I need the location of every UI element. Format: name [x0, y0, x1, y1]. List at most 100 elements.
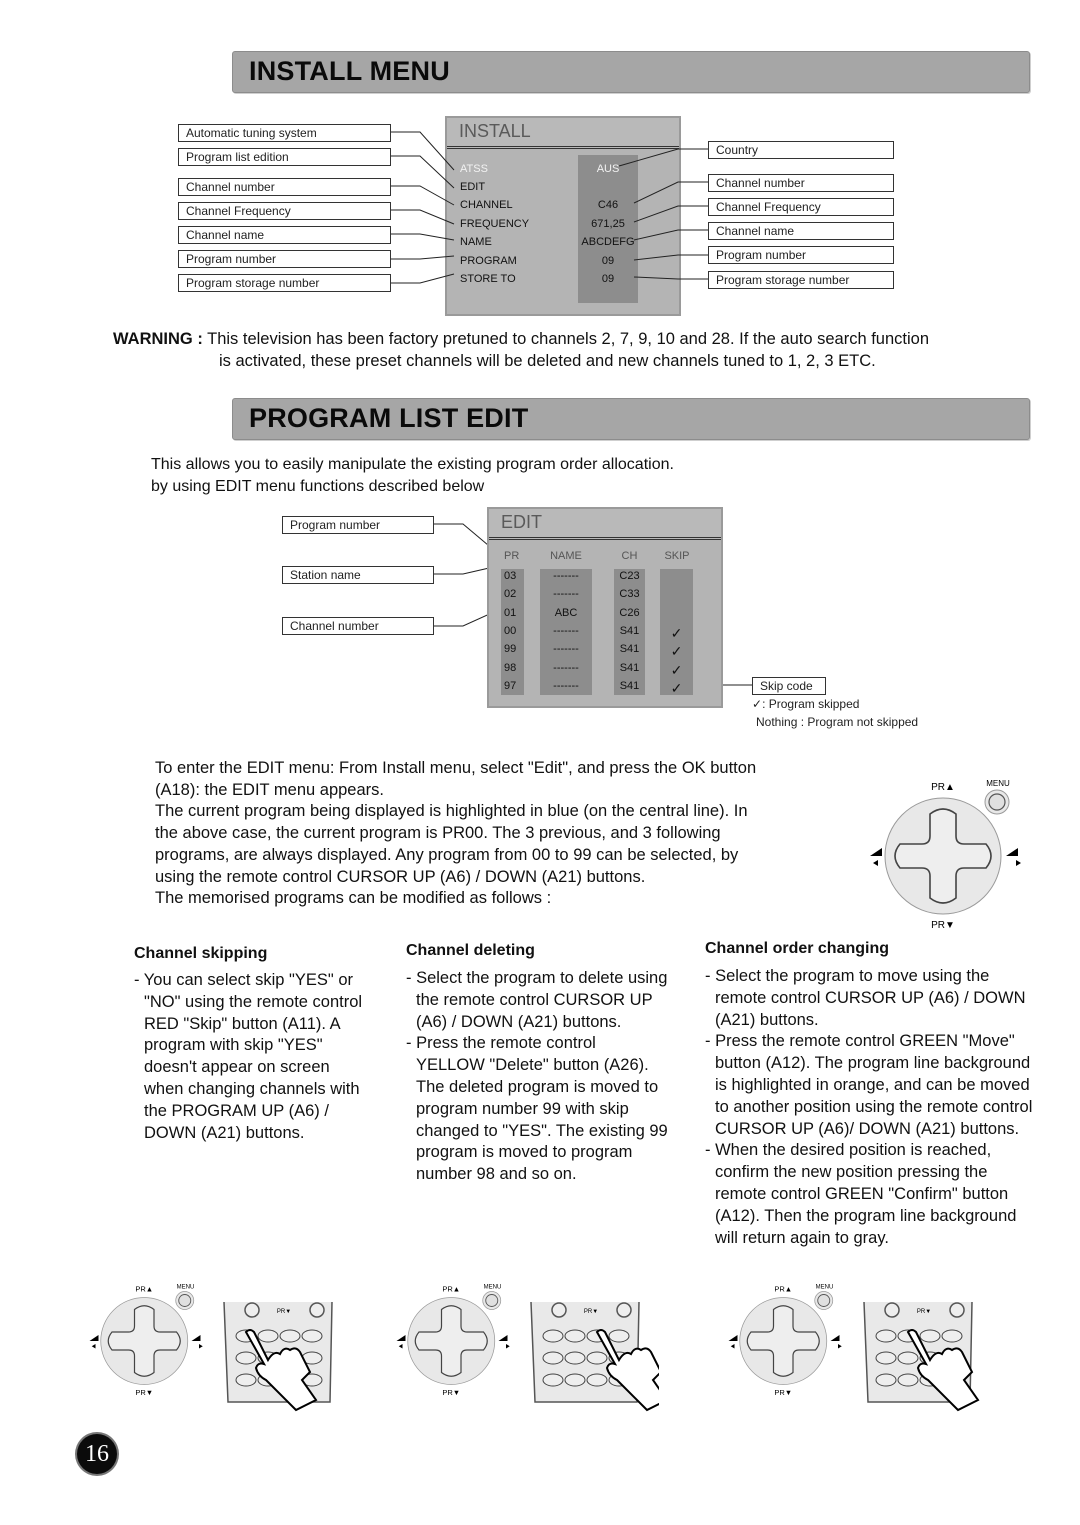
instruction-line: To enter the EDIT menu: From Install men… — [155, 759, 757, 777]
svg-text:PR▲: PR▲ — [931, 782, 955, 793]
svg-text:MENU: MENU — [986, 779, 1010, 788]
warning-label: WARNING : — [113, 330, 203, 348]
edit-header-name: NAME — [550, 550, 582, 562]
channel-order-item: - Select the program to move using the r… — [705, 967, 1026, 1029]
edit-callout-channel-number: Channel number — [282, 617, 434, 635]
edit-row-ch: C23 — [619, 570, 640, 582]
program-list-edit-header: PROGRAM LIST EDIT — [232, 398, 1030, 440]
svg-text:PR▼: PR▼ — [584, 1309, 598, 1315]
instruction-line: programs, are always displayed. Any prog… — [155, 845, 739, 864]
edit-row-name: ------- — [553, 643, 579, 656]
instruction-line: (A18): the EDIT menu appears. — [155, 780, 384, 799]
channel-order-item: - When the desired position is reached, … — [705, 1141, 1017, 1247]
edit-row-pr: 01 — [504, 606, 517, 619]
edit-row-ch: S41 — [619, 624, 640, 637]
edit-instructions: To enter the EDIT menu: From Install men… — [155, 758, 756, 910]
remote-keypad-illustration: PR▼ — [529, 1301, 669, 1417]
leader-line — [391, 185, 455, 206]
leader-line — [391, 209, 455, 225]
edit-row-pr: 02 — [504, 588, 517, 601]
leader-line — [391, 255, 455, 260]
svg-text:PR▲: PR▲ — [774, 1285, 792, 1294]
edit-osd-title-bar: EDIT — [489, 509, 721, 540]
channel-deleting-item: - Press the remote control YELLOW "Delet… — [406, 1034, 668, 1184]
channel-order-heading: Channel order changing — [705, 940, 890, 957]
edit-header-skip: SKIP — [664, 550, 690, 562]
checkmark-icon: ✓ — [670, 643, 683, 660]
edit-header-ch: CH — [621, 550, 638, 562]
remote-dpad-illustration: PR▲ MENU PR▼ — [727, 1281, 847, 1405]
edit-row-ch: S41 — [619, 661, 640, 674]
edit-row-pr: 97 — [504, 679, 517, 692]
channel-order-body: - Select the program to move using the r… — [705, 966, 1035, 1249]
checkmark-icon: ✓ — [670, 679, 683, 696]
leader-line — [618, 148, 708, 167]
svg-text:MENU: MENU — [177, 1285, 195, 1291]
edit-row-name: ------- — [553, 624, 579, 637]
svg-text:PR▼: PR▼ — [277, 1309, 291, 1315]
edit-row-name: ------- — [553, 588, 579, 601]
svg-text:PR▼: PR▼ — [442, 1388, 460, 1397]
leader-line — [391, 273, 455, 284]
svg-text:PR▲: PR▲ — [135, 1285, 153, 1294]
program-list-edit-title: PROGRAM LIST EDIT — [249, 403, 529, 433]
warning-line-2: is activated, these preset channels will… — [219, 352, 876, 370]
checkmark-icon: ✓ — [670, 624, 683, 641]
edit-row-ch: C26 — [619, 606, 640, 619]
leader-line — [391, 131, 455, 171]
svg-text:PR▼: PR▼ — [931, 920, 955, 931]
channel-order-item: - Press the remote control GREEN "Move" … — [705, 1032, 1033, 1138]
instruction-line: the above case, the current program is P… — [155, 824, 721, 843]
edit-row-ch: S41 — [619, 679, 640, 692]
edit-row-name: ------- — [553, 679, 579, 692]
instruction-line: The memorised programs can be modified a… — [155, 889, 552, 908]
edit-row-name: ABC — [554, 606, 578, 619]
edit-osd-title: EDIT — [501, 512, 543, 532]
intro-line-2: by using EDIT menu functions described b… — [151, 478, 485, 495]
channel-deleting-body: - Select the program to delete using the… — [406, 968, 668, 1186]
leader-line — [633, 181, 708, 204]
edit-row-pr: 03 — [504, 570, 517, 582]
remote-keypad-illustration: PR▼ — [222, 1301, 352, 1417]
svg-text:PR▲: PR▲ — [442, 1285, 460, 1294]
svg-text:PR▼: PR▼ — [135, 1388, 153, 1397]
page-number: 16 — [77, 1434, 117, 1474]
channel-skipping-body: - You can select skip "YES" or "NO" usin… — [134, 970, 364, 1144]
svg-text:MENU: MENU — [816, 1285, 834, 1291]
svg-text:MENU: MENU — [484, 1285, 502, 1291]
channel-skipping-heading: Channel skipping — [134, 945, 268, 962]
skip-code-skipped: ✓: Program skipped — [752, 697, 860, 711]
checkmark-icon: ✓ — [752, 697, 763, 711]
edit-row-ch: C33 — [619, 588, 640, 601]
channel-deleting-item: - Select the program to delete using the… — [406, 969, 668, 1031]
intro-line-1: This allows you to easily manipulate the… — [151, 456, 674, 473]
leader-line — [633, 276, 708, 280]
instruction-line: The current program being displayed is h… — [155, 802, 748, 821]
warning-text: WARNING : This television has been facto… — [113, 328, 1043, 372]
edit-callout-station-name: Station name — [282, 566, 434, 584]
checkmark-icon: ✓ — [670, 661, 683, 678]
leader-line — [633, 254, 708, 261]
edit-row-pr: 98 — [504, 661, 517, 674]
instruction-line: using the remote control CURSOR UP (A6) … — [155, 867, 646, 886]
svg-text:PR▼: PR▼ — [774, 1388, 792, 1397]
channel-skipping-item: - You can select skip "YES" or "NO" usin… — [134, 971, 363, 1142]
edit-row-name: ------- — [553, 570, 579, 582]
remote-dpad-illustration: PR▲ MENU PR▼ — [868, 776, 1028, 941]
edit-osd: EDIT PR NAME CH SKIP 03 ------- C23 02 -----… — [487, 507, 723, 708]
remote-dpad-illustration: PR▲ MENU PR▼ — [395, 1281, 515, 1405]
skip-code-label: Skip code — [752, 677, 826, 695]
channel-deleting-heading: Channel deleting — [406, 942, 535, 959]
edit-callout-program-number: Program number — [282, 516, 434, 534]
svg-text:PR▼: PR▼ — [917, 1309, 931, 1315]
leader-line — [391, 155, 455, 189]
edit-row-name: ------- — [553, 661, 579, 674]
edit-header-pr: PR — [504, 550, 520, 562]
warning-line-1: This television has been factory pretune… — [207, 330, 930, 348]
leader-line — [633, 229, 708, 241]
leader-line — [391, 233, 455, 241]
remote-dpad-illustration: PR▲ MENU PR▼ — [88, 1281, 208, 1405]
remote-keypad-illustration: PR▼ — [862, 1301, 992, 1417]
skip-code-not-skipped: Nothing : Program not skipped — [756, 715, 919, 729]
edit-row-ch: S41 — [619, 643, 640, 656]
